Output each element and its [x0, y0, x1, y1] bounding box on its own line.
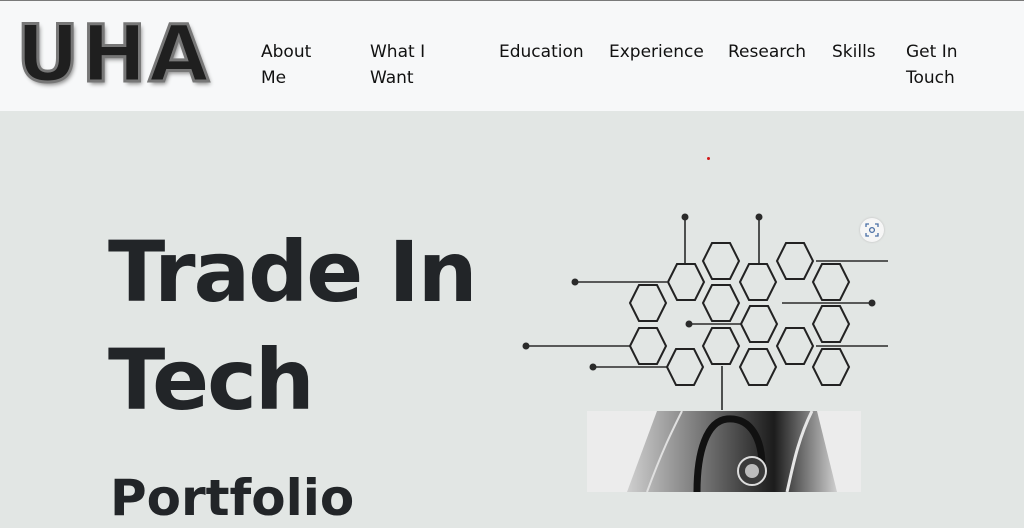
hero-title: Trade In Tech: [108, 223, 478, 429]
nav-link-about-me[interactable]: About Me: [261, 39, 331, 91]
stethoscope-image: [587, 411, 861, 492]
site-header: UHA About Me What I Want Education Exper…: [0, 1, 1024, 111]
nav-link-skills[interactable]: Skills: [832, 39, 876, 65]
nav-link-what-i-want[interactable]: What I Want: [370, 39, 440, 91]
visual-search-icon[interactable]: [860, 218, 884, 242]
red-dot: [707, 157, 710, 160]
site-logo[interactable]: UHA: [15, 15, 211, 96]
nav-link-research[interactable]: Research: [728, 39, 806, 65]
nav-link-experience[interactable]: Experience: [609, 39, 704, 65]
nav-link-education[interactable]: Education: [499, 39, 584, 65]
nav-link-get-in-touch[interactable]: Get In Touch: [906, 39, 976, 91]
hexagon-circuit-graphic: [520, 210, 892, 415]
hero-subtitle: Portfolio: [110, 469, 355, 527]
